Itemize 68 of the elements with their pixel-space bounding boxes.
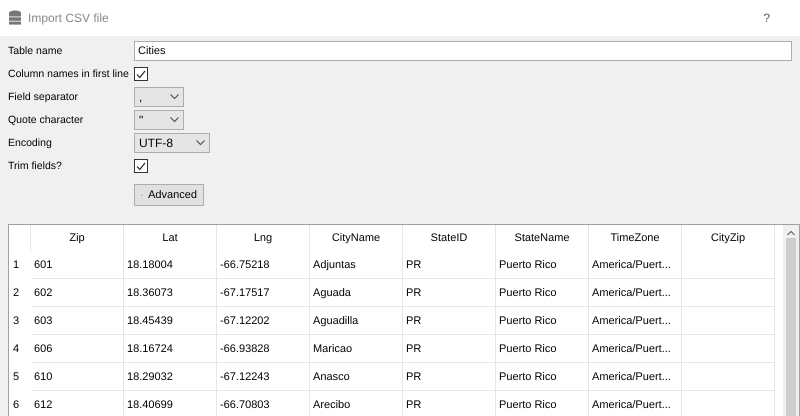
table-cell: America/Puert... <box>589 251 682 279</box>
scroll-up-icon[interactable] <box>787 230 795 236</box>
table-cell: 603 <box>31 307 124 335</box>
column-header[interactable]: Lng <box>217 225 310 251</box>
field-label: Field separator <box>8 91 80 103</box>
column-header[interactable]: Zip <box>31 225 124 251</box>
table-cell: 606 <box>31 335 124 363</box>
table-cell: Arecibo <box>310 391 403 416</box>
table-cell: Puerto Rico <box>496 279 589 307</box>
table-cell: -66.70803 <box>217 391 310 416</box>
table-cell: 18.29032 <box>124 363 217 391</box>
column-header[interactable]: CityZip <box>682 225 775 251</box>
dropdown[interactable]: " <box>134 110 184 130</box>
table-cell: -66.75218 <box>217 251 310 279</box>
table-cell: Maricao <box>310 335 403 363</box>
table-cell: America/Puert... <box>589 279 682 307</box>
field-label: Quote character <box>8 114 84 126</box>
table-cell: PR <box>403 251 496 279</box>
table-cell: Adjuntas <box>310 251 403 279</box>
table-cell: 610 <box>31 363 124 391</box>
table-cell: 18.16724 <box>124 335 217 363</box>
table-cell: 602 <box>31 279 124 307</box>
table-cell: 18.18004 <box>124 251 217 279</box>
column-header[interactable]: Lat <box>124 225 217 251</box>
field-label: Encoding <box>8 137 53 149</box>
table-cell: Puerto Rico <box>496 335 589 363</box>
table-cell: America/Puert... <box>589 335 682 363</box>
table-cell: Aguada <box>310 279 403 307</box>
table-cell: 18.40699 <box>124 391 217 416</box>
column-header[interactable]: StateID <box>403 225 496 251</box>
field-label: Table name <box>8 45 64 57</box>
table-cell: -67.12202 <box>217 307 310 335</box>
table-cell: PR <box>403 279 496 307</box>
column-header[interactable]: StateName <box>496 225 589 251</box>
table-cell: Puerto Rico <box>496 391 589 416</box>
table-cell: PR <box>403 391 496 416</box>
vertical-scrollbar[interactable] <box>783 225 799 416</box>
table-cell: PR <box>403 335 496 363</box>
table-cell: Aguadilla <box>310 307 403 335</box>
dropdown[interactable]: UTF-8 <box>134 133 210 153</box>
table-cell: Anasco <box>310 363 403 391</box>
table-cell: America/Puert... <box>589 391 682 416</box>
checkbox[interactable] <box>134 159 148 173</box>
table-cell: Puerto Rico <box>496 363 589 391</box>
table-cell: Puerto Rico <box>496 251 589 279</box>
table-cell: PR <box>403 307 496 335</box>
field-label: Trim fields? <box>8 160 63 172</box>
table-cell: -66.93828 <box>217 335 310 363</box>
dropdown[interactable]: , <box>134 87 184 107</box>
window-title: Import CSV file <box>28 11 110 25</box>
column-header[interactable]: CityName <box>310 225 403 251</box>
table-name-field[interactable]: Cities <box>134 41 792 61</box>
database-icon <box>8 10 22 26</box>
table-cell: America/Puert... <box>589 363 682 391</box>
field-label: Column names in first line <box>8 68 130 80</box>
table-cell: 18.45439 <box>124 307 217 335</box>
column-header[interactable]: TimeZone <box>589 225 682 251</box>
table-cell: -67.12243 <box>217 363 310 391</box>
checkbox[interactable] <box>134 67 148 81</box>
table-cell: 601 <box>31 251 124 279</box>
table-cell: 18.36073 <box>124 279 217 307</box>
table-cell: America/Puert... <box>589 307 682 335</box>
advanced-button[interactable]: Advanced <box>134 184 204 206</box>
help-button[interactable]: ? <box>743 11 790 25</box>
table-cell: Puerto Rico <box>496 307 589 335</box>
table-cell: 612 <box>31 391 124 416</box>
table-cell: PR <box>403 363 496 391</box>
table-cell: -67.17517 <box>217 279 310 307</box>
